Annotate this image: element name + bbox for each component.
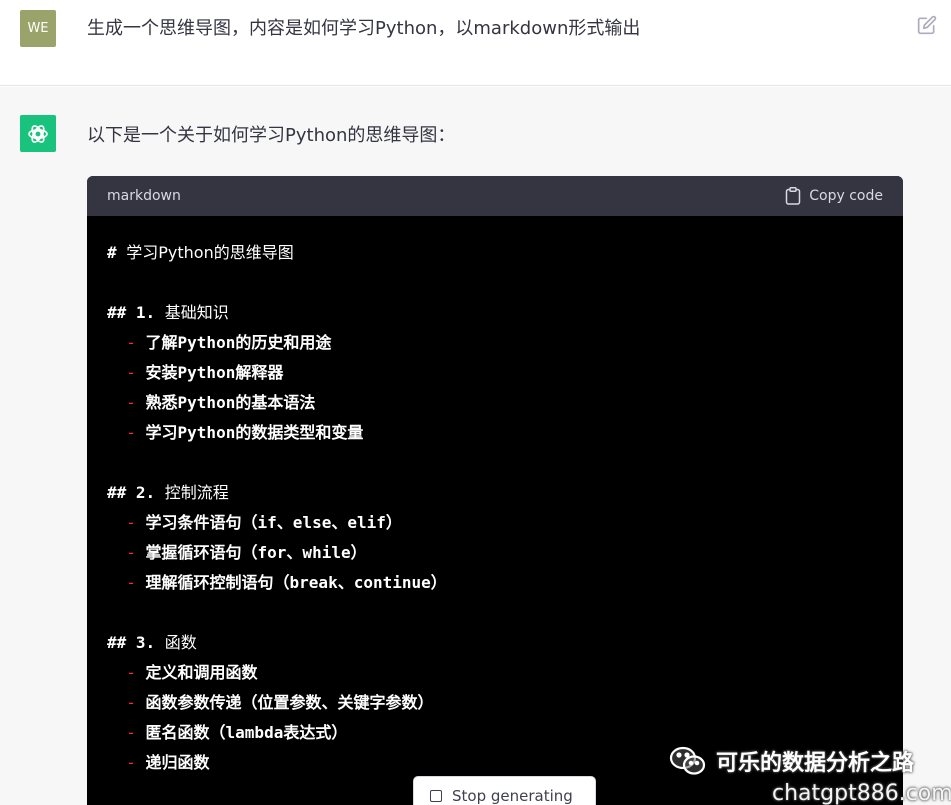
- assistant-message-row: 以下是一个关于如何学习Python的思维导图： markdown Copy co…: [0, 87, 951, 805]
- code-line-item: - 匿名函数（lambda表达式）: [107, 718, 883, 748]
- code-item-text: 安装Python解释器: [145, 363, 284, 382]
- watermark-url: chatgpt886.com: [772, 781, 951, 805]
- heading-marker: #: [107, 243, 127, 262]
- copy-code-label: Copy code: [809, 188, 883, 204]
- stop-icon: [430, 790, 442, 802]
- list-dash: -: [107, 693, 146, 712]
- code-line-h2: ## 3. 函数: [107, 628, 883, 658]
- list-dash: -: [107, 753, 146, 772]
- code-body: # 学习Python的思维导图 ## 1. 基础知识 - 了解Python的历史和…: [87, 216, 903, 800]
- code-block: markdown Copy code # 学习Python的思维导图 ## 1. …: [87, 176, 903, 805]
- code-item-text: 匿名函数（lambda表达式）: [145, 723, 348, 742]
- copy-code-button[interactable]: Copy code: [785, 187, 883, 205]
- list-dash: -: [107, 513, 146, 532]
- list-dash: -: [107, 363, 146, 382]
- code-line-item: - 了解Python的历史和用途: [107, 328, 883, 358]
- list-dash: -: [107, 723, 146, 742]
- assistant-intro-text: 以下是一个关于如何学习Python的思维导图：: [87, 125, 456, 146]
- user-message-text: 生成一个思维导图，内容是如何学习Python，以markdown形式输出: [87, 18, 641, 39]
- user-avatar: WE: [20, 10, 56, 47]
- code-item-text: 函数参数传递（位置参数、关键字参数）: [145, 693, 434, 712]
- code-line-h1: # 学习Python的思维导图: [107, 238, 883, 268]
- code-item-text: 了解Python的历史和用途: [145, 333, 332, 352]
- code-line-item: - 掌握循环语句（for、while）: [107, 538, 883, 568]
- stop-generating-button[interactable]: Stop generating: [413, 776, 596, 805]
- user-message-row: WE 生成一个思维导图，内容是如何学习Python，以markdown形式输出: [0, 0, 951, 86]
- watermark: 可乐的数据分析之路 chatgpt886.com: [668, 745, 951, 805]
- clipboard-icon: [786, 187, 801, 205]
- list-dash: -: [107, 423, 146, 442]
- list-dash: -: [107, 573, 146, 592]
- code-line-item: - 学习条件语句（if、else、elif）: [107, 508, 883, 538]
- heading-text: 基础知识: [164, 303, 229, 322]
- code-block-header: markdown Copy code: [87, 176, 903, 216]
- code-line-item: - 学习Python的数据类型和变量: [107, 418, 883, 448]
- list-dash: -: [107, 543, 146, 562]
- code-item-text: 学习条件语句（if、else、elif）: [145, 513, 402, 532]
- code-item-text: 递归函数: [145, 753, 210, 772]
- heading-text: 函数: [164, 633, 197, 652]
- code-item-text: 定义和调用函数: [145, 663, 258, 682]
- code-line-h2: ## 1. 基础知识: [107, 298, 883, 328]
- code-item-text: 掌握循环语句（for、while）: [145, 543, 367, 562]
- code-line-h2: ## 2. 控制流程: [107, 478, 883, 508]
- list-dash: -: [107, 663, 146, 682]
- code-item-text: 学习Python的数据类型和变量: [145, 423, 364, 442]
- code-line-item: - 函数参数传递（位置参数、关键字参数）: [107, 688, 883, 718]
- code-item-text: 熟悉Python的基本语法: [145, 393, 316, 412]
- code-line-item: - 安装Python解释器: [107, 358, 883, 388]
- heading-text: 控制流程: [164, 483, 229, 502]
- code-line-item: - 熟悉Python的基本语法: [107, 388, 883, 418]
- list-dash: -: [107, 393, 146, 412]
- edit-icon[interactable]: [917, 15, 937, 35]
- stop-generating-label: Stop generating: [452, 787, 573, 805]
- code-line-item: - 理解循环控制语句（break、continue）: [107, 568, 883, 598]
- heading-text: 学习Python的思维导图: [126, 243, 294, 262]
- list-dash: -: [107, 333, 146, 352]
- heading-marker: ## 2.: [107, 483, 165, 502]
- code-item-text: 理解循环控制语句（break、continue）: [145, 573, 447, 592]
- heading-marker: ## 3.: [107, 633, 165, 652]
- code-language-label: markdown: [107, 188, 181, 204]
- heading-marker: ## 1.: [107, 303, 165, 322]
- openai-logo-icon: [20, 115, 56, 152]
- wechat-icon: [669, 746, 706, 775]
- watermark-title: 可乐的数据分析之路: [716, 751, 915, 776]
- code-line-item: - 定义和调用函数: [107, 658, 883, 688]
